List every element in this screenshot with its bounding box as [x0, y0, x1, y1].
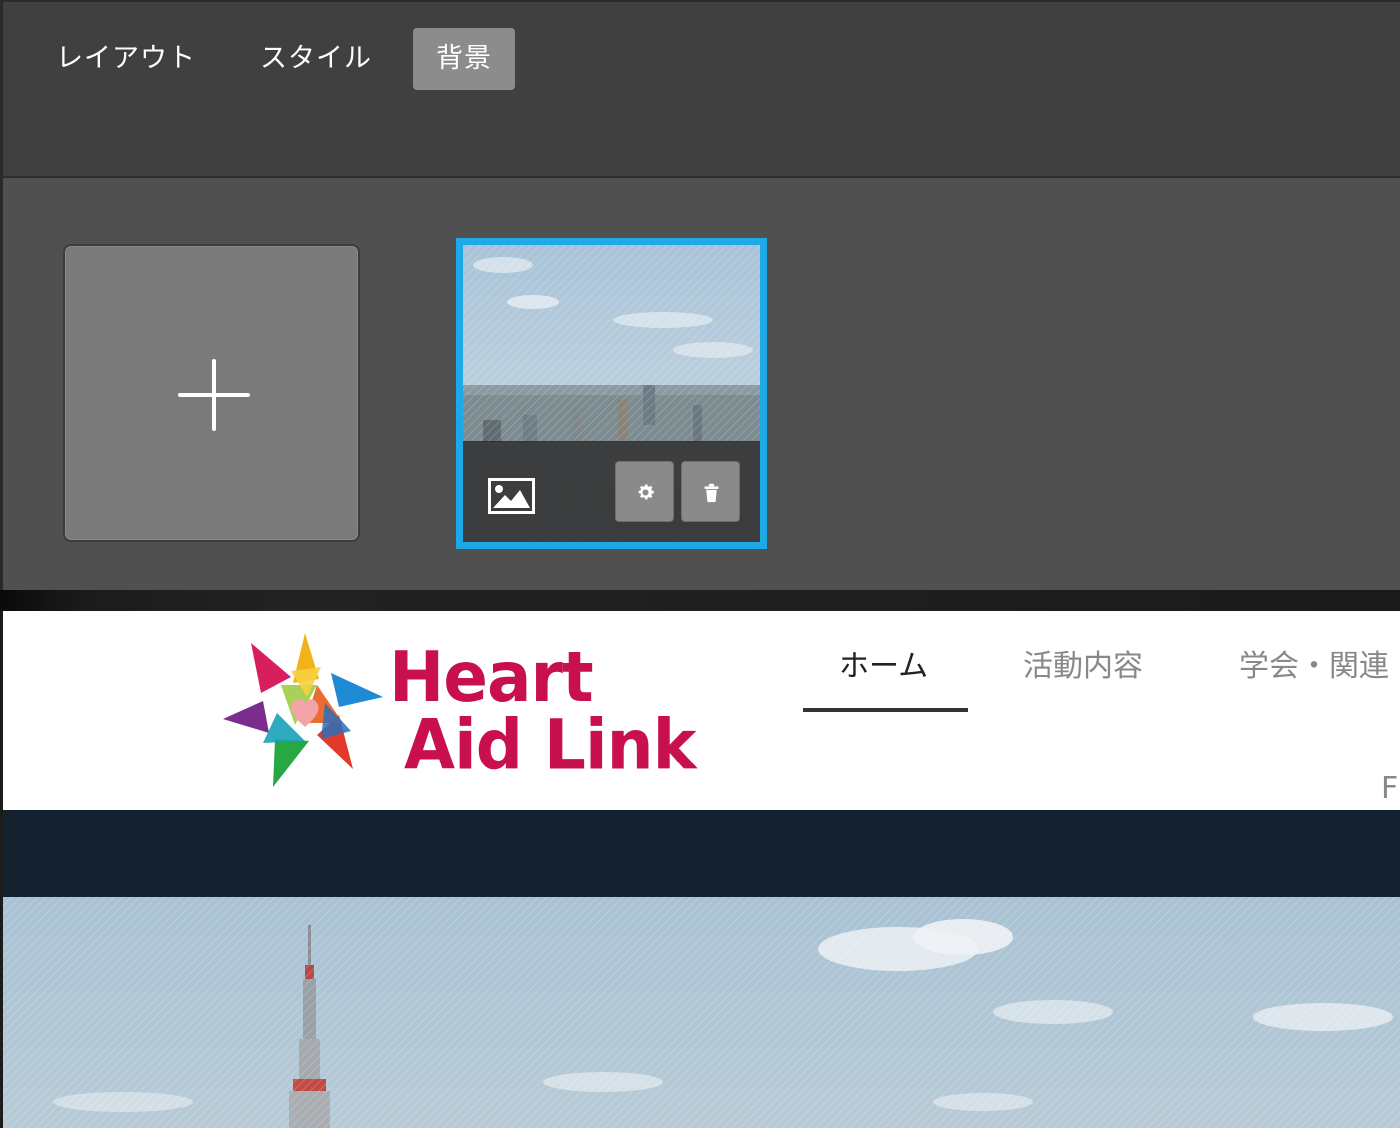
plus-icon	[178, 359, 250, 431]
nav-item-activities[interactable]: 活動内容	[1023, 645, 1143, 689]
trash-icon	[704, 483, 719, 503]
nav-item-faq[interactable]: F	[1381, 767, 1398, 811]
heart-aid-link-logo-mark[interactable]	[221, 631, 389, 791]
background-image-tile[interactable]	[456, 238, 767, 549]
image-icon	[488, 478, 535, 514]
editor-tabs: レイアウト スタイル 背景	[33, 28, 515, 90]
background-settings-button[interactable]	[615, 461, 674, 522]
tab-background[interactable]: 背景	[413, 28, 515, 90]
logo-line-2: Aid Link	[404, 704, 696, 786]
tab-style[interactable]: スタイル	[237, 28, 395, 90]
delete-background-button[interactable]	[681, 461, 740, 522]
gear-icon	[638, 484, 654, 500]
hero-background-image	[3, 897, 1400, 1128]
nav-active-underline	[803, 708, 968, 712]
website-preview: Heart Aid Link ホーム 活動内容 学会・関連 F	[3, 611, 1400, 1128]
nav-item-society[interactable]: 学会・関連	[1239, 645, 1389, 689]
nav-item-home[interactable]: ホーム	[839, 645, 928, 689]
logo-wordmark[interactable]: Heart Aid Link	[389, 636, 696, 786]
logo-line-1: Heart	[389, 636, 594, 718]
header-dark-band	[3, 810, 1400, 897]
site-nav: ホーム 活動内容 学会・関連 F	[803, 645, 1400, 806]
site-header: Heart Aid Link ホーム 活動内容 学会・関連 F	[3, 611, 1400, 810]
add-background-button[interactable]	[63, 244, 360, 542]
editor-toolbar: レイアウト スタイル 背景	[0, 0, 1400, 177]
background-editor-panel: レイアウト スタイル 背景	[0, 0, 1400, 611]
editor-bottom-edge	[0, 590, 1400, 611]
hero-cityscape-image	[3, 897, 1400, 1128]
tab-layout[interactable]: レイアウト	[33, 28, 219, 90]
